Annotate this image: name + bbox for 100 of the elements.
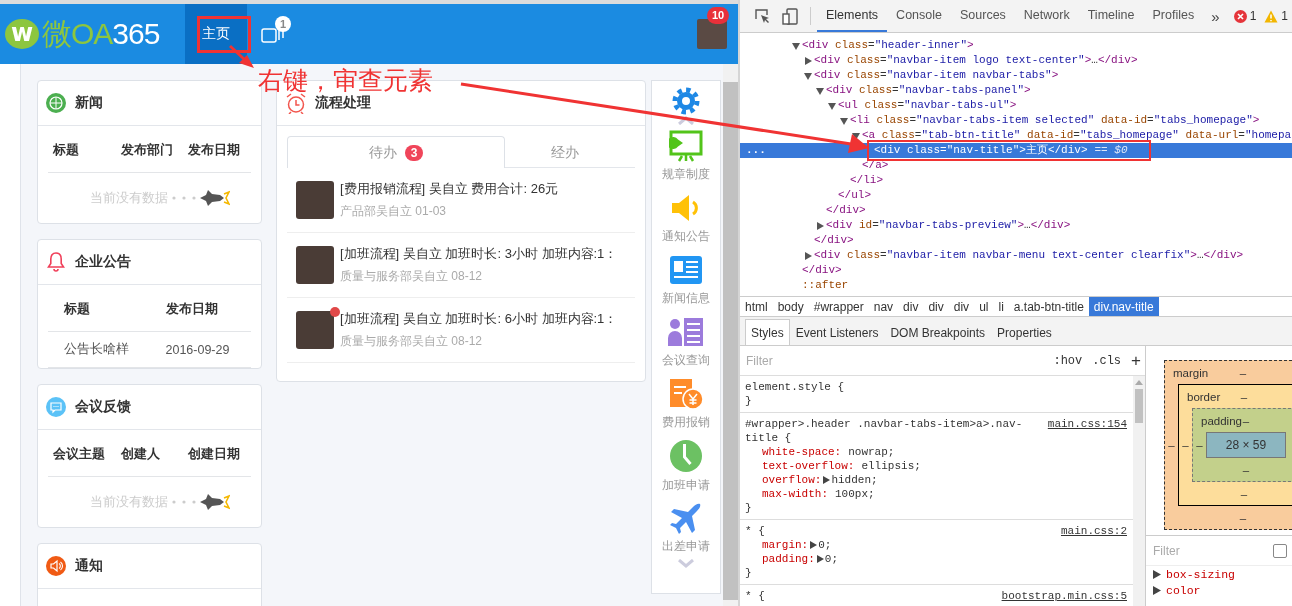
chevron-up-icon[interactable] (676, 115, 696, 125)
pane-tab[interactable]: DOM Breakpoints (884, 319, 992, 345)
css-value: ellipsis; (861, 459, 921, 473)
expand-triangle-icon[interactable] (814, 554, 825, 564)
code-line[interactable]: <div class="navbar-tabs-panel"> (826, 83, 1031, 98)
code-line[interactable]: </div> (802, 263, 842, 278)
hover-state-button[interactable]: :hov (1053, 353, 1083, 368)
process-title[interactable]: [费用报销流程] 吴自立 费用合计: 26元 (340, 180, 559, 198)
clock-icon (669, 438, 703, 473)
globe-icon (46, 93, 66, 113)
selected-row[interactable]: ... <div class="nav-title">主页</div> == $0 (740, 143, 1292, 158)
inspect-icon[interactable] (754, 8, 770, 24)
breadcrumb-item[interactable]: html (740, 297, 773, 316)
triangle-icon[interactable] (828, 101, 836, 110)
source-link[interactable]: main.css:154 (1047, 417, 1127, 431)
more-icon[interactable]: ... (746, 143, 766, 158)
triangle-icon[interactable] (804, 56, 812, 65)
devtools-tab[interactable]: Console (887, 0, 951, 32)
breadcrumb-item[interactable]: nav (868, 297, 899, 316)
code-line[interactable]: <div id="navbar-tabs-preview">…</div> (826, 218, 1071, 233)
triangle-icon[interactable] (816, 221, 824, 230)
notification-badge: 10 (707, 7, 730, 24)
css-property: padding: (762, 552, 815, 566)
breadcrumb-item[interactable]: li (993, 297, 1009, 316)
source-link[interactable]: main.css:2 (1061, 524, 1127, 538)
code-line[interactable]: </a> (862, 158, 889, 173)
filter-field[interactable]: Filter (1151, 542, 1269, 559)
code-line[interactable]: <div class="navbar-item navbar-menu text-center clearfix">…</div> (814, 248, 1244, 263)
console-reference: == $0 (1094, 143, 1128, 158)
settings-icon (672, 87, 700, 115)
breadcrumb-item[interactable]: body (772, 297, 809, 316)
code-line[interactable]: <div class="nav-title">主页</div> (874, 143, 1088, 158)
code-line[interactable]: </div> (826, 203, 866, 218)
tab-preview-button[interactable]: 1 (253, 4, 293, 64)
devtools-tab[interactable]: Timeline (1078, 0, 1144, 32)
box-model-border: border – – padding– – 28 × 59 – – (1178, 384, 1292, 506)
scrollbar-thumb[interactable] (1135, 389, 1143, 423)
warning-count[interactable]: 1 (1281, 9, 1288, 23)
source-link[interactable]: bootstrap.min.css:5 (1001, 589, 1127, 603)
settings-button[interactable] (672, 87, 700, 115)
css-property: overflow: (762, 473, 822, 487)
tab[interactable]: 待办 3 (287, 136, 505, 168)
code-line[interactable]: <div class="header-inner"> (802, 38, 974, 53)
breadcrumb-item[interactable]: div (948, 297, 975, 316)
code-line[interactable]: <div class="navbar-item navbar-tabs"> (814, 68, 1059, 83)
expand-triangle-icon[interactable] (821, 475, 832, 485)
filter-field[interactable]: Filter (744, 352, 1044, 369)
triangle-icon[interactable] (840, 116, 848, 125)
error-icon (1233, 9, 1247, 23)
table-cell-text: 2016-09-29 (164, 342, 231, 357)
devtools-tab[interactable]: Sources (951, 0, 1015, 32)
code-line[interactable]: <div class="navbar-item logo text-center">…</div> (814, 53, 1138, 68)
annotation-label: 右键，审查元素 (258, 66, 433, 95)
column-header: 标题 (52, 142, 80, 159)
box-model-margin: margin – – border – – padding– – 28 × 59 – – – (1164, 360, 1292, 530)
devtools-tab[interactable]: Elements (817, 0, 888, 32)
new-rule-button[interactable]: + (1131, 350, 1141, 371)
process-meta: 质量与服务部吴自立 08-12 (340, 333, 484, 350)
expand-triangle-icon[interactable] (808, 540, 819, 550)
column-header: 创建人 (119, 446, 161, 463)
code-line[interactable]: </li> (850, 173, 883, 188)
triangle-icon[interactable] (804, 71, 812, 80)
triangle-icon[interactable] (804, 251, 812, 260)
warning-icon (1264, 9, 1279, 23)
breadcrumb-item[interactable]: div (923, 297, 949, 316)
class-button[interactable]: .cls (1092, 353, 1122, 368)
device-icon[interactable] (782, 7, 798, 25)
error-count[interactable]: 1 (1249, 9, 1257, 23)
pane-tab[interactable]: Event Listeners (789, 319, 885, 345)
card-title: 流程处理 (315, 94, 371, 112)
breadcrumb-item[interactable]: ul (974, 297, 994, 316)
pane-tab[interactable]: Styles (745, 319, 790, 345)
code-line[interactable]: ::after (802, 278, 849, 293)
css-value: 100px; (835, 487, 875, 501)
triangle-icon[interactable] (816, 86, 824, 95)
breadcrumb-item[interactable]: a.tab-btn-title (1008, 297, 1089, 316)
column-header: 会议主题 (52, 446, 106, 463)
css-value: nowrap; (848, 445, 895, 459)
css-value: hidden; (831, 473, 878, 487)
css-value: 0; (818, 538, 832, 552)
pane-tab[interactable]: Properties (991, 319, 1058, 345)
code-line[interactable]: <li class="navbar-tabs-item selected" data-id="tabs_homepage"> (850, 113, 1260, 128)
code-line[interactable]: <ul class="navbar-tabs-ul"> (838, 98, 1017, 113)
column-header: 创建日期 (187, 446, 242, 463)
code-line[interactable]: <a class="tab-btn-title" data-id="tabs_homepage" data-url="homepa (862, 128, 1292, 143)
breadcrumb-item[interactable]: div (898, 297, 924, 316)
more-tabs-button[interactable]: » (1203, 0, 1228, 32)
css-property: max-width: (762, 487, 828, 501)
devtools-tab[interactable]: Profiles (1143, 0, 1204, 32)
code-line[interactable]: </div> (814, 233, 854, 248)
breadcrumb-item[interactable]: #wrapper (808, 297, 869, 316)
triangle-icon[interactable] (792, 41, 800, 50)
count-badge: 1 (275, 16, 291, 32)
logo-mark: w (5, 19, 39, 49)
process-title[interactable]: [加班流程] 吴自立 加班时长: 6小时 加班内容:1： (340, 310, 618, 328)
code-line[interactable]: </ul> (838, 188, 871, 203)
process-title[interactable]: [加班流程] 吴自立 加班时长: 3小时 加班内容:1： (340, 245, 618, 263)
devtools-tab[interactable]: Network (1014, 0, 1079, 32)
breadcrumb-item[interactable]: div.nav-title (1088, 297, 1159, 316)
show-all-checkbox[interactable] (1273, 543, 1287, 558)
